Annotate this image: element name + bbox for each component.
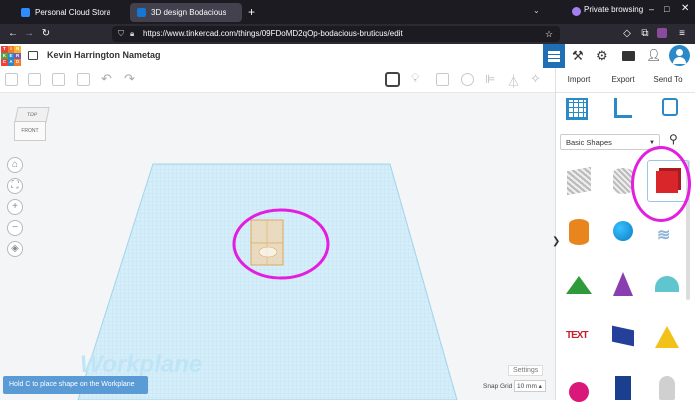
align-icon[interactable]: ⊫ bbox=[485, 72, 495, 86]
notes-icon[interactable] bbox=[385, 72, 400, 87]
reload-icon[interactable]: ↻ bbox=[39, 27, 53, 41]
import-button[interactable]: Import bbox=[562, 70, 596, 90]
forward-arrow-icon[interactable]: → bbox=[22, 27, 36, 41]
shapes-panel: Import Export Send To Basic Shapes ▼ ⚲ ❯… bbox=[552, 68, 695, 402]
close-window-icon[interactable]: ✕ bbox=[681, 3, 689, 14]
tab-title: 3D design Bodacious Bru × bbox=[151, 8, 226, 17]
url-text: https://www.tinkercad.com/things/09FDoMD… bbox=[143, 29, 403, 38]
tinkercad-favicon-icon bbox=[137, 8, 146, 17]
annotation-circle-panel bbox=[631, 146, 691, 222]
round-roof-shape[interactable] bbox=[647, 264, 687, 304]
build-hammer-icon[interactable]: ⚒ bbox=[572, 48, 584, 64]
half-sphere-shape[interactable] bbox=[559, 366, 599, 406]
paraboloid-shape[interactable] bbox=[647, 366, 687, 406]
cone-shape[interactable] bbox=[603, 264, 643, 304]
browser-nav-bar: ← → ↻ ⛉ 🔒︎ https://www.tinkercad.com/thi… bbox=[0, 24, 695, 44]
extensions-icon[interactable]: ⧉ bbox=[638, 27, 652, 41]
edit-toolbar: ↶ ↷ 💡︎ ⊫ ⏃ ✧ bbox=[0, 68, 555, 93]
extension-badge-icon[interactable] bbox=[657, 28, 667, 38]
grid-view-icon bbox=[548, 50, 560, 62]
wedge-shape[interactable] bbox=[603, 316, 643, 356]
cylinder-shape[interactable] bbox=[559, 211, 599, 251]
private-browsing-label: Private browsing bbox=[584, 5, 644, 14]
home-view-icon[interactable]: ⌂ bbox=[7, 157, 23, 173]
tab-title: Personal Cloud Storage × bbox=[35, 8, 110, 17]
design-title[interactable]: Kevin Harrington Nametag bbox=[47, 50, 161, 60]
avatar[interactable] bbox=[669, 45, 690, 66]
tinkercad-logo[interactable]: T I N K E R C A D bbox=[1, 46, 21, 66]
light-bulb-icon[interactable]: 💡︎ bbox=[411, 71, 419, 86]
3d-view-button[interactable] bbox=[543, 44, 565, 68]
shield-icon: ⛉ bbox=[118, 29, 124, 38]
workplane-label: Workplane bbox=[80, 351, 203, 378]
polygon-shape[interactable] bbox=[603, 366, 643, 406]
sphere-shape[interactable] bbox=[603, 211, 643, 251]
list-tabs-icon[interactable]: ⌄ bbox=[533, 6, 540, 15]
tab-personal-cloud-storage[interactable]: Personal Cloud Storage × bbox=[14, 3, 126, 22]
hint-toast: Hold C to place shape on the Workplane bbox=[3, 376, 148, 394]
duplicate-icon[interactable] bbox=[52, 73, 65, 86]
new-tab-button[interactable]: + bbox=[248, 3, 262, 21]
cloud-favicon-icon bbox=[21, 8, 30, 17]
tab-3d-design[interactable]: 3D design Bodacious Bru × bbox=[130, 3, 242, 22]
zoom-out-icon[interactable]: − bbox=[7, 220, 23, 236]
workplane-tool-icon[interactable] bbox=[566, 98, 588, 120]
browser-tab-bar: Personal Cloud Storage × 3D design Bodac… bbox=[0, 0, 695, 24]
export-button[interactable]: Export bbox=[606, 70, 640, 90]
text-shape[interactable]: TEXT bbox=[559, 316, 599, 356]
snap-grid-select[interactable]: 10 mm ▴ bbox=[514, 380, 546, 392]
group-icon[interactable] bbox=[436, 73, 449, 86]
notes-tool-icon[interactable] bbox=[662, 98, 678, 116]
ruler-tool-icon[interactable] bbox=[614, 98, 632, 118]
dropdown-value: Basic Shapes bbox=[566, 138, 612, 147]
app-header: T I N K E R C A D Kevin Harrington Namet… bbox=[0, 44, 695, 69]
copy-icon[interactable] bbox=[5, 73, 18, 86]
bookmark-star-icon[interactable]: ☆ bbox=[545, 26, 553, 42]
mirror-icon[interactable]: ⏃ bbox=[507, 71, 520, 90]
minimize-icon[interactable]: – bbox=[649, 4, 654, 14]
view-cube[interactable]: TOP FRONT bbox=[14, 107, 50, 141]
add-user-icon[interactable]: 👤︎ bbox=[646, 48, 661, 62]
settings-button[interactable]: Settings bbox=[508, 365, 544, 376]
send-to-button[interactable]: Send To bbox=[648, 70, 688, 90]
pocket-icon[interactable]: ◇ bbox=[620, 27, 634, 41]
maximize-icon[interactable]: □ bbox=[664, 4, 669, 14]
paste-icon[interactable] bbox=[28, 73, 41, 86]
private-browsing-icon bbox=[572, 7, 581, 16]
box-hole-shape[interactable] bbox=[559, 160, 599, 200]
view-cube-front[interactable]: FRONT bbox=[14, 121, 46, 141]
perspective-icon[interactable]: ◈ bbox=[7, 241, 23, 257]
zoom-in-icon[interactable]: + bbox=[7, 199, 23, 215]
box-shape[interactable] bbox=[250, 219, 284, 266]
snap-grid-label: Snap Grid bbox=[483, 383, 513, 390]
design-list-icon[interactable] bbox=[28, 51, 38, 60]
back-arrow-icon[interactable]: ← bbox=[6, 27, 20, 41]
undo-icon[interactable]: ↶ bbox=[101, 71, 112, 87]
design-canvas[interactable]: TOP FRONT ⌂ ⛶ + − ◈ Workplane Settings S… bbox=[0, 93, 555, 400]
search-icon[interactable]: ⚲ bbox=[669, 132, 678, 146]
shape-category-dropdown[interactable]: Basic Shapes ▼ bbox=[560, 134, 660, 150]
roof-shape[interactable] bbox=[559, 264, 599, 304]
lessons-briefcase-icon[interactable] bbox=[622, 51, 635, 61]
redo-icon[interactable]: ↷ bbox=[124, 71, 135, 87]
ungroup-icon[interactable] bbox=[461, 73, 474, 86]
delete-icon[interactable] bbox=[77, 73, 90, 86]
menu-hamburger-icon[interactable]: ≡ bbox=[675, 27, 689, 41]
pyramid-shape[interactable] bbox=[647, 316, 687, 356]
tools-icon[interactable]: ⚙ bbox=[596, 48, 608, 64]
cruise-icon[interactable]: ✧ bbox=[530, 71, 541, 87]
lock-icon: 🔒︎ bbox=[130, 29, 135, 38]
fit-view-icon[interactable]: ⛶ bbox=[7, 178, 23, 194]
url-bar[interactable]: ⛉ 🔒︎ https://www.tinkercad.com/things/09… bbox=[112, 26, 560, 42]
